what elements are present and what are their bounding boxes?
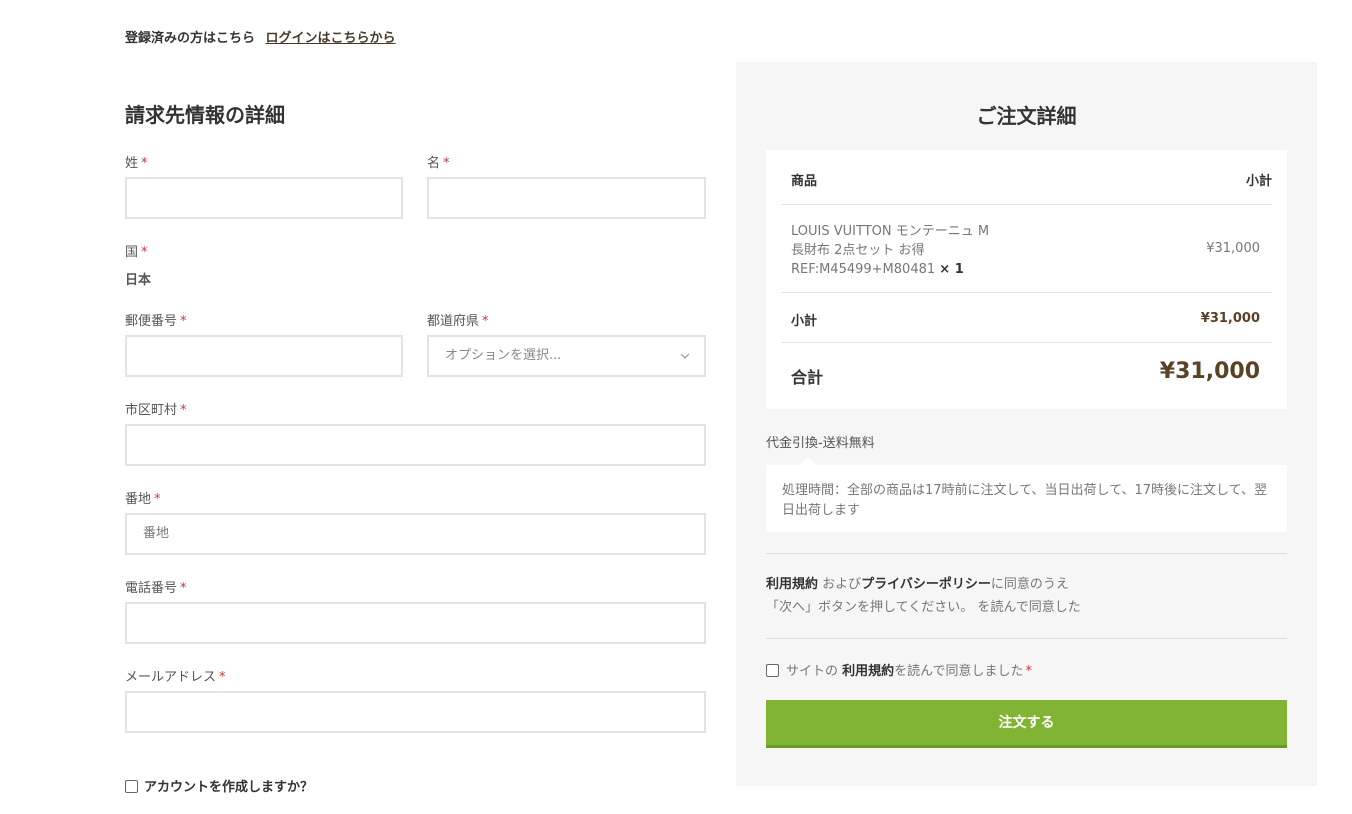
agree-terms-option[interactable]: サイトの 利用規約を読んで同意しました * bbox=[766, 660, 1032, 679]
privacy-link[interactable]: プライバシーポリシー bbox=[861, 577, 991, 592]
country-label: 国 * bbox=[125, 241, 148, 260]
product-quantity: × 1 bbox=[939, 262, 964, 277]
total-row: 合計 ¥31,000 bbox=[781, 343, 1272, 409]
order-title: ご注文詳細 bbox=[976, 104, 1077, 128]
city-label: 市区町村 * bbox=[125, 399, 187, 418]
phone-input[interactable] bbox=[125, 602, 706, 644]
required-mark: * bbox=[1025, 664, 1033, 679]
postcode-label: 郵便番号 * bbox=[125, 310, 187, 329]
total-value: ¥31,000 bbox=[1159, 359, 1260, 384]
subtotal-row: 小計 ¥31,000 bbox=[781, 293, 1272, 343]
email-input[interactable] bbox=[125, 691, 706, 733]
product-ref: REF:M45499+M80481 bbox=[791, 262, 936, 277]
order-table: 商品 小計 LOUIS VUITTON モンテーニュ M 長財布 2点セット お… bbox=[766, 150, 1287, 409]
create-account-option[interactable]: アカウントを作成しますか？ bbox=[125, 776, 313, 795]
address-label-text: 番地 bbox=[125, 492, 152, 507]
address-input[interactable]: 番地 bbox=[125, 513, 706, 555]
agree-terms-link[interactable]: 利用規約 bbox=[842, 664, 894, 679]
address-label: 番地 * bbox=[125, 488, 161, 507]
required-mark: * bbox=[219, 670, 226, 685]
terms-agree-text: に同意のうえ bbox=[990, 577, 1069, 592]
billing-title: 請求先情報の詳細 bbox=[125, 103, 285, 127]
country-label-text: 国 bbox=[125, 245, 139, 260]
phone-label: 電話番号 * bbox=[125, 577, 187, 596]
last-name-label-text: 姓 bbox=[125, 156, 139, 171]
postcode-input[interactable] bbox=[125, 335, 403, 377]
last-name-input[interactable] bbox=[125, 177, 403, 219]
login-link[interactable]: ログインはこちらから bbox=[266, 31, 396, 46]
chevron-down-icon bbox=[680, 337, 690, 390]
required-mark: * bbox=[180, 403, 187, 418]
first-name-label-text: 名 bbox=[427, 156, 441, 171]
product-price: ¥31,000 bbox=[1206, 241, 1260, 256]
subtotal-label: 小計 bbox=[791, 314, 818, 329]
col-product-header: 商品 bbox=[791, 174, 818, 189]
city-input[interactable] bbox=[125, 424, 706, 466]
required-mark: * bbox=[180, 581, 187, 596]
divider bbox=[766, 638, 1287, 639]
subtotal-value: ¥31,000 bbox=[1200, 311, 1260, 326]
create-account-label: アカウントを作成しますか？ bbox=[144, 780, 314, 795]
address-placeholder: 番地 bbox=[143, 526, 170, 541]
required-mark: * bbox=[141, 156, 148, 171]
postcode-label-text: 郵便番号 bbox=[125, 314, 178, 329]
login-prompt-text: 登録済みの方はこちら bbox=[125, 31, 256, 46]
last-name-label: 姓 * bbox=[125, 152, 148, 171]
shipping-method: 代金引換-送料無料 bbox=[766, 436, 875, 451]
order-summary-panel: ご注文詳細 商品 小計 LOUIS VUITTON モンテーニュ M 長財布 2… bbox=[736, 56, 1317, 786]
col-subtotal-header: 小計 bbox=[1245, 174, 1272, 189]
product-name: LOUIS VUITTON モンテーニュ M 長財布 2点セット お得 REF:… bbox=[791, 222, 989, 279]
required-mark: * bbox=[180, 314, 187, 329]
required-mark: * bbox=[482, 314, 489, 329]
order-table-header: 商品 小計 bbox=[781, 150, 1272, 205]
table-row: LOUIS VUITTON モンテーニュ M 長財布 2点セット お得 REF:… bbox=[781, 205, 1272, 293]
divider bbox=[766, 553, 1287, 554]
phone-label-text: 電話番号 bbox=[125, 581, 178, 596]
create-account-checkbox[interactable] bbox=[125, 780, 138, 793]
state-select-value: オプションを選択... bbox=[445, 348, 562, 363]
terms-notice: 利用規約 およびプライバシーポリシーに同意のうえ 「次へ」ボタンを押してください… bbox=[766, 573, 1287, 619]
terms-and-text: および bbox=[822, 577, 862, 592]
terms-link[interactable]: 利用規約 bbox=[766, 577, 818, 592]
total-label: 合計 bbox=[791, 368, 824, 387]
product-name-line1: LOUIS VUITTON モンテーニュ M bbox=[791, 224, 990, 239]
required-mark: * bbox=[141, 245, 148, 260]
state-select[interactable]: オプションを選択... bbox=[427, 335, 706, 377]
product-name-line2: 長財布 2点セット お得 bbox=[791, 243, 925, 258]
email-label-text: メールアドレス bbox=[125, 670, 217, 685]
terms-line2: 「次へ」ボタンを押してください。 を読んで同意した bbox=[766, 600, 1081, 615]
country-value: 日本 bbox=[125, 273, 152, 288]
email-label: メールアドレス * bbox=[125, 666, 226, 685]
state-label-text: 都道府県 bbox=[427, 314, 480, 329]
login-prompt: 登録済みの方はこちら ログインはこちらから bbox=[125, 27, 396, 46]
required-mark: * bbox=[443, 156, 450, 171]
agree-prefix: サイトの bbox=[786, 664, 839, 679]
first-name-input[interactable] bbox=[427, 177, 706, 219]
billing-section: 請求先情報の詳細 bbox=[125, 100, 706, 130]
first-name-label: 名 * bbox=[427, 152, 450, 171]
agree-terms-checkbox[interactable] bbox=[766, 664, 779, 677]
state-label: 都道府県 * bbox=[427, 310, 489, 329]
required-mark: * bbox=[154, 492, 161, 507]
agree-suffix: を読んで同意しました bbox=[894, 664, 1024, 679]
place-order-button[interactable]: 注文する bbox=[766, 700, 1287, 748]
payment-note: 処理時間：全部の商品は17時前に注文して、当日出荷して、17時後に注文して、翌日… bbox=[766, 457, 1287, 532]
city-label-text: 市区町村 bbox=[125, 403, 178, 418]
